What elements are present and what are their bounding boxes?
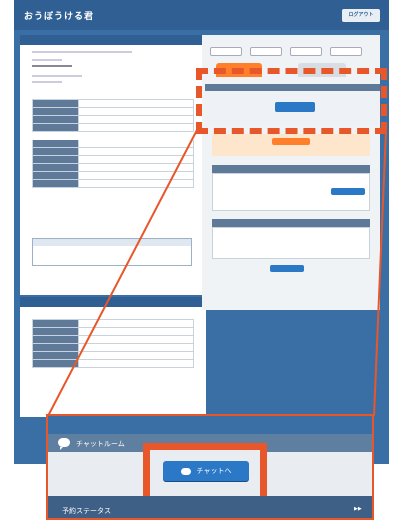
- chat-bubble-icon: [58, 438, 70, 450]
- action-pill[interactable]: [210, 47, 242, 56]
- app-topbar: おうぼうける君 ログアウト: [14, 0, 389, 30]
- logout-button[interactable]: ログアウト: [342, 9, 380, 22]
- text-line: [32, 65, 72, 67]
- memo-box[interactable]: [32, 238, 192, 266]
- action-pill[interactable]: [250, 47, 282, 56]
- button-highlight-box: チャットへ: [143, 443, 267, 503]
- applicant-detail-panel: [20, 35, 206, 295]
- action-buttons-row: [210, 41, 362, 56]
- send-button[interactable]: [270, 265, 304, 272]
- status-footer-label: 予約ステータス: [62, 507, 111, 515]
- message-textarea[interactable]: [212, 227, 370, 259]
- go-to-chat-label: チャットへ: [196, 467, 232, 475]
- notice-button[interactable]: [272, 138, 310, 145]
- status-footer: 予約ステータス ▶▶: [48, 496, 372, 518]
- dotted-highlight-frame: [196, 68, 387, 134]
- topbar-subtext: [182, 6, 252, 24]
- applicant-panel-header: [20, 35, 206, 45]
- app-logo: おうぼうける君: [24, 12, 95, 22]
- go-to-chat-button[interactable]: チャットへ: [163, 461, 249, 481]
- zoom-callout: チャットルーム チャットへ 予約ステータス ▶▶: [46, 414, 374, 520]
- selection-table: [32, 319, 194, 368]
- notice-strip: [212, 134, 370, 156]
- selection-status-panel: [20, 297, 206, 417]
- selection-panel-header: [20, 297, 206, 307]
- chat-room-title: チャットルーム: [76, 440, 125, 448]
- schedule-header: [212, 165, 370, 173]
- applicant-info-table: [32, 99, 194, 188]
- message-header: [212, 219, 370, 227]
- text-line: [32, 51, 132, 53]
- text-line: [32, 81, 62, 83]
- chat-bubble-icon: [180, 467, 191, 475]
- action-pill[interactable]: [290, 47, 322, 56]
- schedule-body: [212, 173, 370, 211]
- action-pill[interactable]: [330, 47, 362, 56]
- text-line: [32, 59, 62, 61]
- schedule-button[interactable]: [331, 188, 365, 195]
- chevron-right-icon[interactable]: ▶▶: [354, 506, 362, 512]
- text-line: [32, 75, 82, 77]
- memo-header: [33, 239, 191, 246]
- tutorial-illustration: おうぼうける君 ログアウト チャットルーム チャットへ 予約ステータス ▶▶: [0, 0, 395, 521]
